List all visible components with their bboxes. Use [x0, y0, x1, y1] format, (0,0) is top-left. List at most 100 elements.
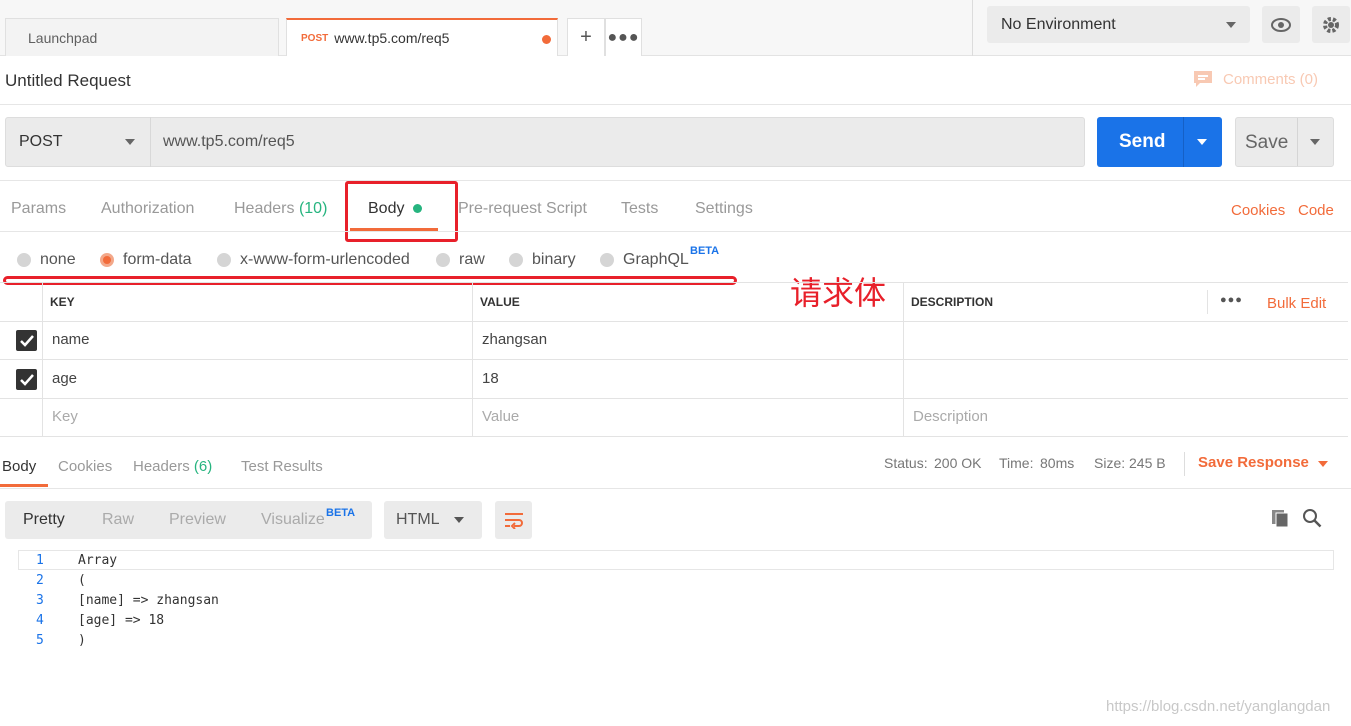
divider: [972, 0, 973, 56]
watermark: https://blog.csdn.net/yanglangdan: [1106, 698, 1331, 715]
format-pretty[interactable]: Pretty: [23, 511, 65, 529]
row-key[interactable]: age: [52, 370, 77, 387]
code-line: Array: [78, 553, 118, 568]
beta-badge: BETA: [690, 245, 720, 257]
wrap-lines-button[interactable]: [495, 501, 532, 539]
environment-select[interactable]: No Environment: [987, 6, 1250, 43]
tab-options-button[interactable]: ●●●: [605, 18, 642, 56]
response-tab-test-results[interactable]: Test Results: [241, 458, 323, 475]
method-label: POST: [19, 133, 63, 150]
radio-binary[interactable]: binary: [509, 251, 576, 269]
chevron-down-icon: [1226, 22, 1236, 28]
beta-badge: BETA: [326, 507, 356, 519]
key-placeholder-input[interactable]: Key: [52, 408, 78, 425]
response-tab-headers[interactable]: Headers (6): [133, 458, 212, 475]
gear-icon: [1323, 16, 1339, 33]
code-line: ): [78, 633, 86, 648]
tab-tests[interactable]: Tests: [621, 200, 658, 218]
row-key[interactable]: name: [52, 331, 90, 348]
radio-urlencoded[interactable]: x-www-form-urlencoded: [217, 251, 410, 269]
divider: [1184, 452, 1185, 476]
line-number: 4: [36, 613, 44, 628]
size-label: Size:: [1094, 455, 1126, 471]
radio-label: form-data: [123, 251, 192, 268]
row-value[interactable]: 18: [482, 370, 499, 387]
divider: [0, 488, 1351, 489]
divider: [0, 398, 1348, 399]
column-header-value: VALUE: [480, 295, 520, 309]
search-button[interactable]: [1302, 508, 1322, 533]
tab-headers-label: Headers: [234, 200, 295, 217]
form-data-table: [0, 282, 1348, 438]
unsaved-dot-icon: [542, 35, 551, 44]
radio-graphql[interactable]: GraphQL: [600, 251, 689, 269]
tab-params[interactable]: Params: [11, 200, 66, 218]
code-line: [age] => 18: [78, 613, 165, 628]
radio-circle-icon: [436, 253, 450, 267]
divider: [42, 283, 43, 437]
comments-button[interactable]: Comments (0): [1193, 70, 1318, 88]
request-name[interactable]: Untitled Request: [5, 71, 131, 91]
radio-raw[interactable]: raw: [436, 251, 485, 269]
description-placeholder-input[interactable]: Description: [913, 408, 988, 425]
save-response-button[interactable]: Save Response: [1198, 454, 1328, 471]
method-select[interactable]: POST: [5, 117, 151, 167]
code-line: [name] => zhangsan: [78, 593, 219, 608]
environment-quick-look-button[interactable]: [1262, 6, 1300, 43]
format-raw[interactable]: Raw: [102, 511, 134, 529]
comment-icon: [1194, 71, 1212, 87]
code-link[interactable]: Code: [1298, 202, 1334, 219]
chevron-down-icon[interactable]: [1310, 139, 1320, 145]
annotation-highlight-box: [345, 181, 458, 242]
tab-headers[interactable]: Headers (10): [234, 200, 327, 218]
row-checkbox[interactable]: [16, 369, 37, 390]
tab-settings[interactable]: Settings: [695, 200, 753, 218]
copy-icon: [1272, 510, 1289, 528]
format-preview[interactable]: Preview: [169, 511, 226, 529]
copy-button[interactable]: [1270, 508, 1290, 533]
send-label: Send: [1119, 131, 1166, 152]
row-checkbox[interactable]: [16, 330, 37, 351]
search-icon: [1303, 509, 1322, 528]
divider: [0, 104, 1351, 105]
plus-icon: +: [580, 26, 592, 48]
tab-prerequest-script[interactable]: Pre-request Script: [458, 200, 587, 218]
divider: [1207, 290, 1208, 314]
radio-none[interactable]: none: [17, 251, 76, 269]
radio-form-data[interactable]: form-data: [100, 251, 191, 269]
size-value: 245 B: [1129, 455, 1166, 471]
row-value[interactable]: zhangsan: [482, 331, 547, 348]
value-placeholder-input[interactable]: Value: [482, 408, 519, 425]
divider: [0, 231, 1351, 232]
cookies-link[interactable]: Cookies: [1231, 202, 1285, 219]
radio-label: x-www-form-urlencoded: [240, 251, 410, 268]
tab-request[interactable]: POST www.tp5.com/req5: [286, 18, 558, 56]
bulk-edit-link[interactable]: Bulk Edit: [1267, 295, 1326, 312]
line-number: 5: [36, 633, 44, 648]
chevron-down-icon[interactable]: [1197, 139, 1207, 145]
language-select[interactable]: HTML: [384, 501, 482, 539]
save-response-label: Save Response: [1198, 454, 1309, 471]
response-tab-cookies[interactable]: Cookies: [58, 458, 112, 475]
tab-authorization[interactable]: Authorization: [101, 200, 194, 218]
response-tab-body[interactable]: Body: [2, 458, 36, 475]
column-header-key: KEY: [50, 295, 75, 309]
format-visualize[interactable]: Visualize: [261, 511, 325, 529]
line-number: 2: [36, 573, 44, 588]
headers-count: (10): [298, 200, 328, 217]
status-label: Status:: [884, 455, 928, 471]
url-input[interactable]: www.tp5.com/req5: [163, 133, 295, 151]
column-header-description: DESCRIPTION: [911, 295, 994, 309]
radio-circle-icon: [600, 253, 614, 267]
environment-label: No Environment: [1001, 16, 1116, 33]
new-tab-button[interactable]: +: [567, 18, 605, 56]
divider: [903, 283, 904, 437]
tab-launchpad[interactable]: Launchpad: [5, 18, 279, 56]
settings-button[interactable]: [1312, 6, 1350, 43]
send-button[interactable]: Send: [1097, 117, 1222, 167]
divider: [0, 359, 1348, 360]
save-button[interactable]: Save: [1235, 117, 1334, 167]
divider: [0, 436, 1348, 437]
radio-label: none: [40, 251, 76, 268]
more-icon[interactable]: ●●●: [1220, 294, 1243, 306]
